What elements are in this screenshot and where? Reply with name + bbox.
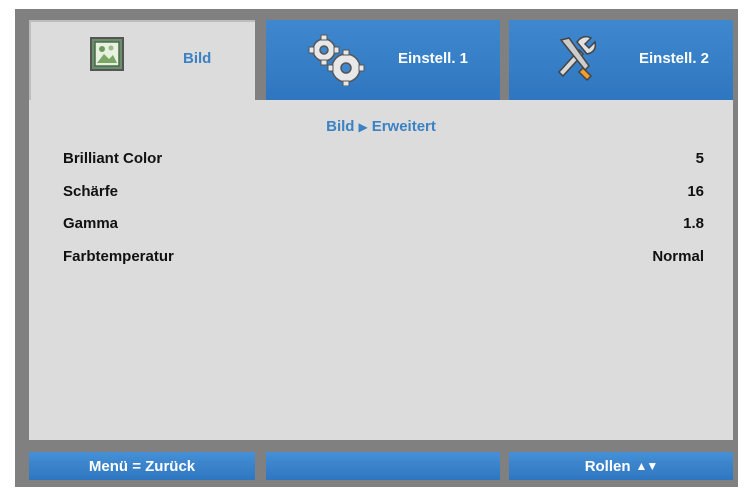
breadcrumb-parent: Bild	[326, 118, 355, 135]
setting-row-gamma[interactable]: Gamma 1.8	[63, 212, 704, 234]
setting-row-schaerfe[interactable]: Schärfe 16	[63, 180, 704, 202]
tab-label: Bild	[183, 50, 212, 67]
setting-label: Schärfe	[63, 182, 119, 200]
setting-value: Normal	[652, 247, 704, 265]
setting-label: Brilliant Color	[63, 149, 163, 167]
breadcrumb: Bild ▶ Erweitert	[29, 118, 733, 135]
settings-panel: Bild ▶ Erweitert Brilliant Color 5 Schärfe…	[29, 100, 733, 440]
tab-einstell-2[interactable]: Einstell. 2	[509, 20, 733, 100]
breadcrumb-current: Erweitert	[371, 118, 436, 135]
footer-middle-slot	[266, 452, 500, 480]
tab-bild[interactable]: Bild	[29, 20, 255, 112]
setting-row-farbtemperatur[interactable]: Farbtemperatur Normal	[63, 245, 704, 267]
scroll-hint: Rollen ▲▼	[509, 452, 733, 480]
tools-icon	[549, 32, 599, 87]
setting-row-brilliant-color[interactable]: Brilliant Color 5	[63, 147, 704, 169]
setting-value: 1.8	[683, 214, 704, 232]
gears-icon	[306, 34, 368, 91]
tab-label: Einstell. 2	[639, 50, 710, 67]
picture-icon	[89, 36, 125, 77]
up-down-arrows-icon: ▲▼	[635, 459, 659, 473]
back-label: Menü = Zurück	[88, 457, 196, 475]
setting-label: Gamma	[63, 214, 119, 232]
back-button[interactable]: Menü = Zurück	[29, 452, 255, 480]
setting-value: 5	[695, 149, 704, 167]
setting-value: 16	[687, 182, 704, 200]
setting-label: Farbtemperatur	[63, 247, 174, 265]
breadcrumb-separator-icon: ▶	[358, 120, 368, 134]
tab-label: Einstell. 1	[398, 50, 469, 67]
scroll-label: Rollen	[584, 457, 631, 475]
tab-einstell-1[interactable]: Einstell. 1	[266, 20, 500, 100]
